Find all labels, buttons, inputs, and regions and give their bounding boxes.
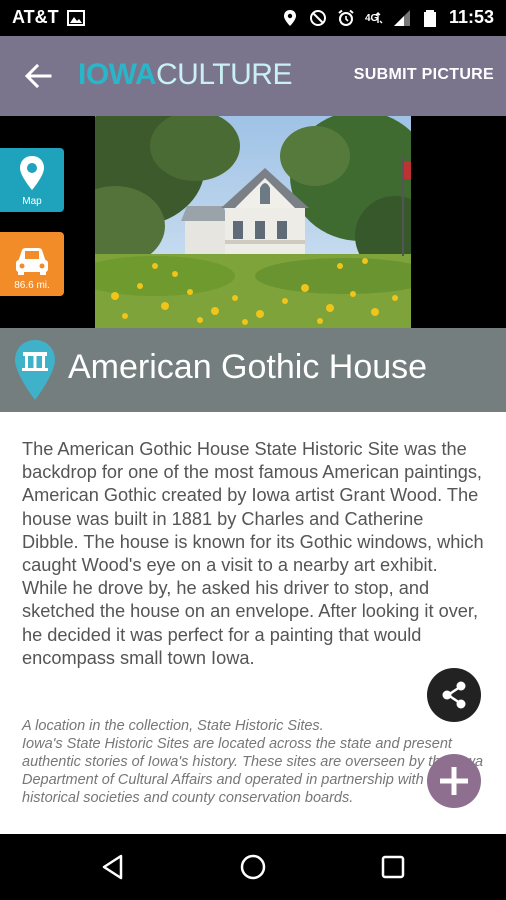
collection-note-body: Iowa's State Historic Sites are located … [22, 736, 484, 806]
site-description: The American Gothic House State Historic… [22, 439, 484, 668]
distance-label: 86.6 mi. [14, 280, 50, 291]
plus-icon [440, 767, 468, 795]
clock: 11:53 [448, 7, 494, 27]
app-bar: IOWA CULTURE SUBMIT PICTURE [0, 36, 506, 116]
status-right: 4G 11:53 [281, 7, 494, 28]
submit-picture-button[interactable]: SUBMIT PICTURE [354, 66, 494, 84]
column-pin-icon [15, 340, 55, 400]
4g-lte-icon: 4G [365, 11, 383, 24]
iowa-culture-logo: IOWA CULTURE [78, 58, 292, 92]
collection-note: A location in the collection, State Hist… [22, 717, 484, 807]
site-title: American Gothic House [68, 348, 428, 386]
distance-button[interactable]: 86.6 mi. [0, 232, 64, 296]
battery-icon [423, 9, 436, 27]
map-button-label: Map [22, 196, 42, 207]
map-button[interactable]: Map [0, 148, 64, 212]
image-notification-icon [66, 9, 85, 26]
collection-note-line1[interactable]: A location in the collection, State Hist… [22, 717, 484, 735]
site-title-bar: American Gothic House [0, 328, 506, 412]
nav-recents-icon[interactable] [376, 850, 410, 884]
carrier-label: AT&T [12, 7, 59, 27]
location-icon [283, 9, 296, 26]
logo-iowa-text: IOWA [78, 58, 157, 91]
nav-home-icon[interactable] [236, 850, 270, 884]
share-icon [442, 681, 466, 709]
nav-back-icon[interactable] [96, 850, 130, 884]
add-button[interactable] [427, 754, 481, 808]
map-pin-icon [20, 156, 44, 190]
back-arrow-icon[interactable] [22, 60, 54, 92]
site-photo [95, 116, 411, 328]
status-bar: AT&T 4G 11:53 [0, 0, 506, 36]
house-photo-illustration [95, 116, 411, 328]
status-left: AT&T [12, 7, 85, 28]
share-button[interactable] [427, 668, 481, 722]
alarm-icon [338, 9, 354, 26]
logo-culture-text: CULTURE [156, 58, 292, 91]
do-not-disturb-icon [309, 9, 326, 26]
system-nav-bar [0, 834, 506, 900]
signal-icon [393, 9, 410, 26]
hero-image-area [0, 116, 506, 328]
car-icon [16, 248, 48, 275]
